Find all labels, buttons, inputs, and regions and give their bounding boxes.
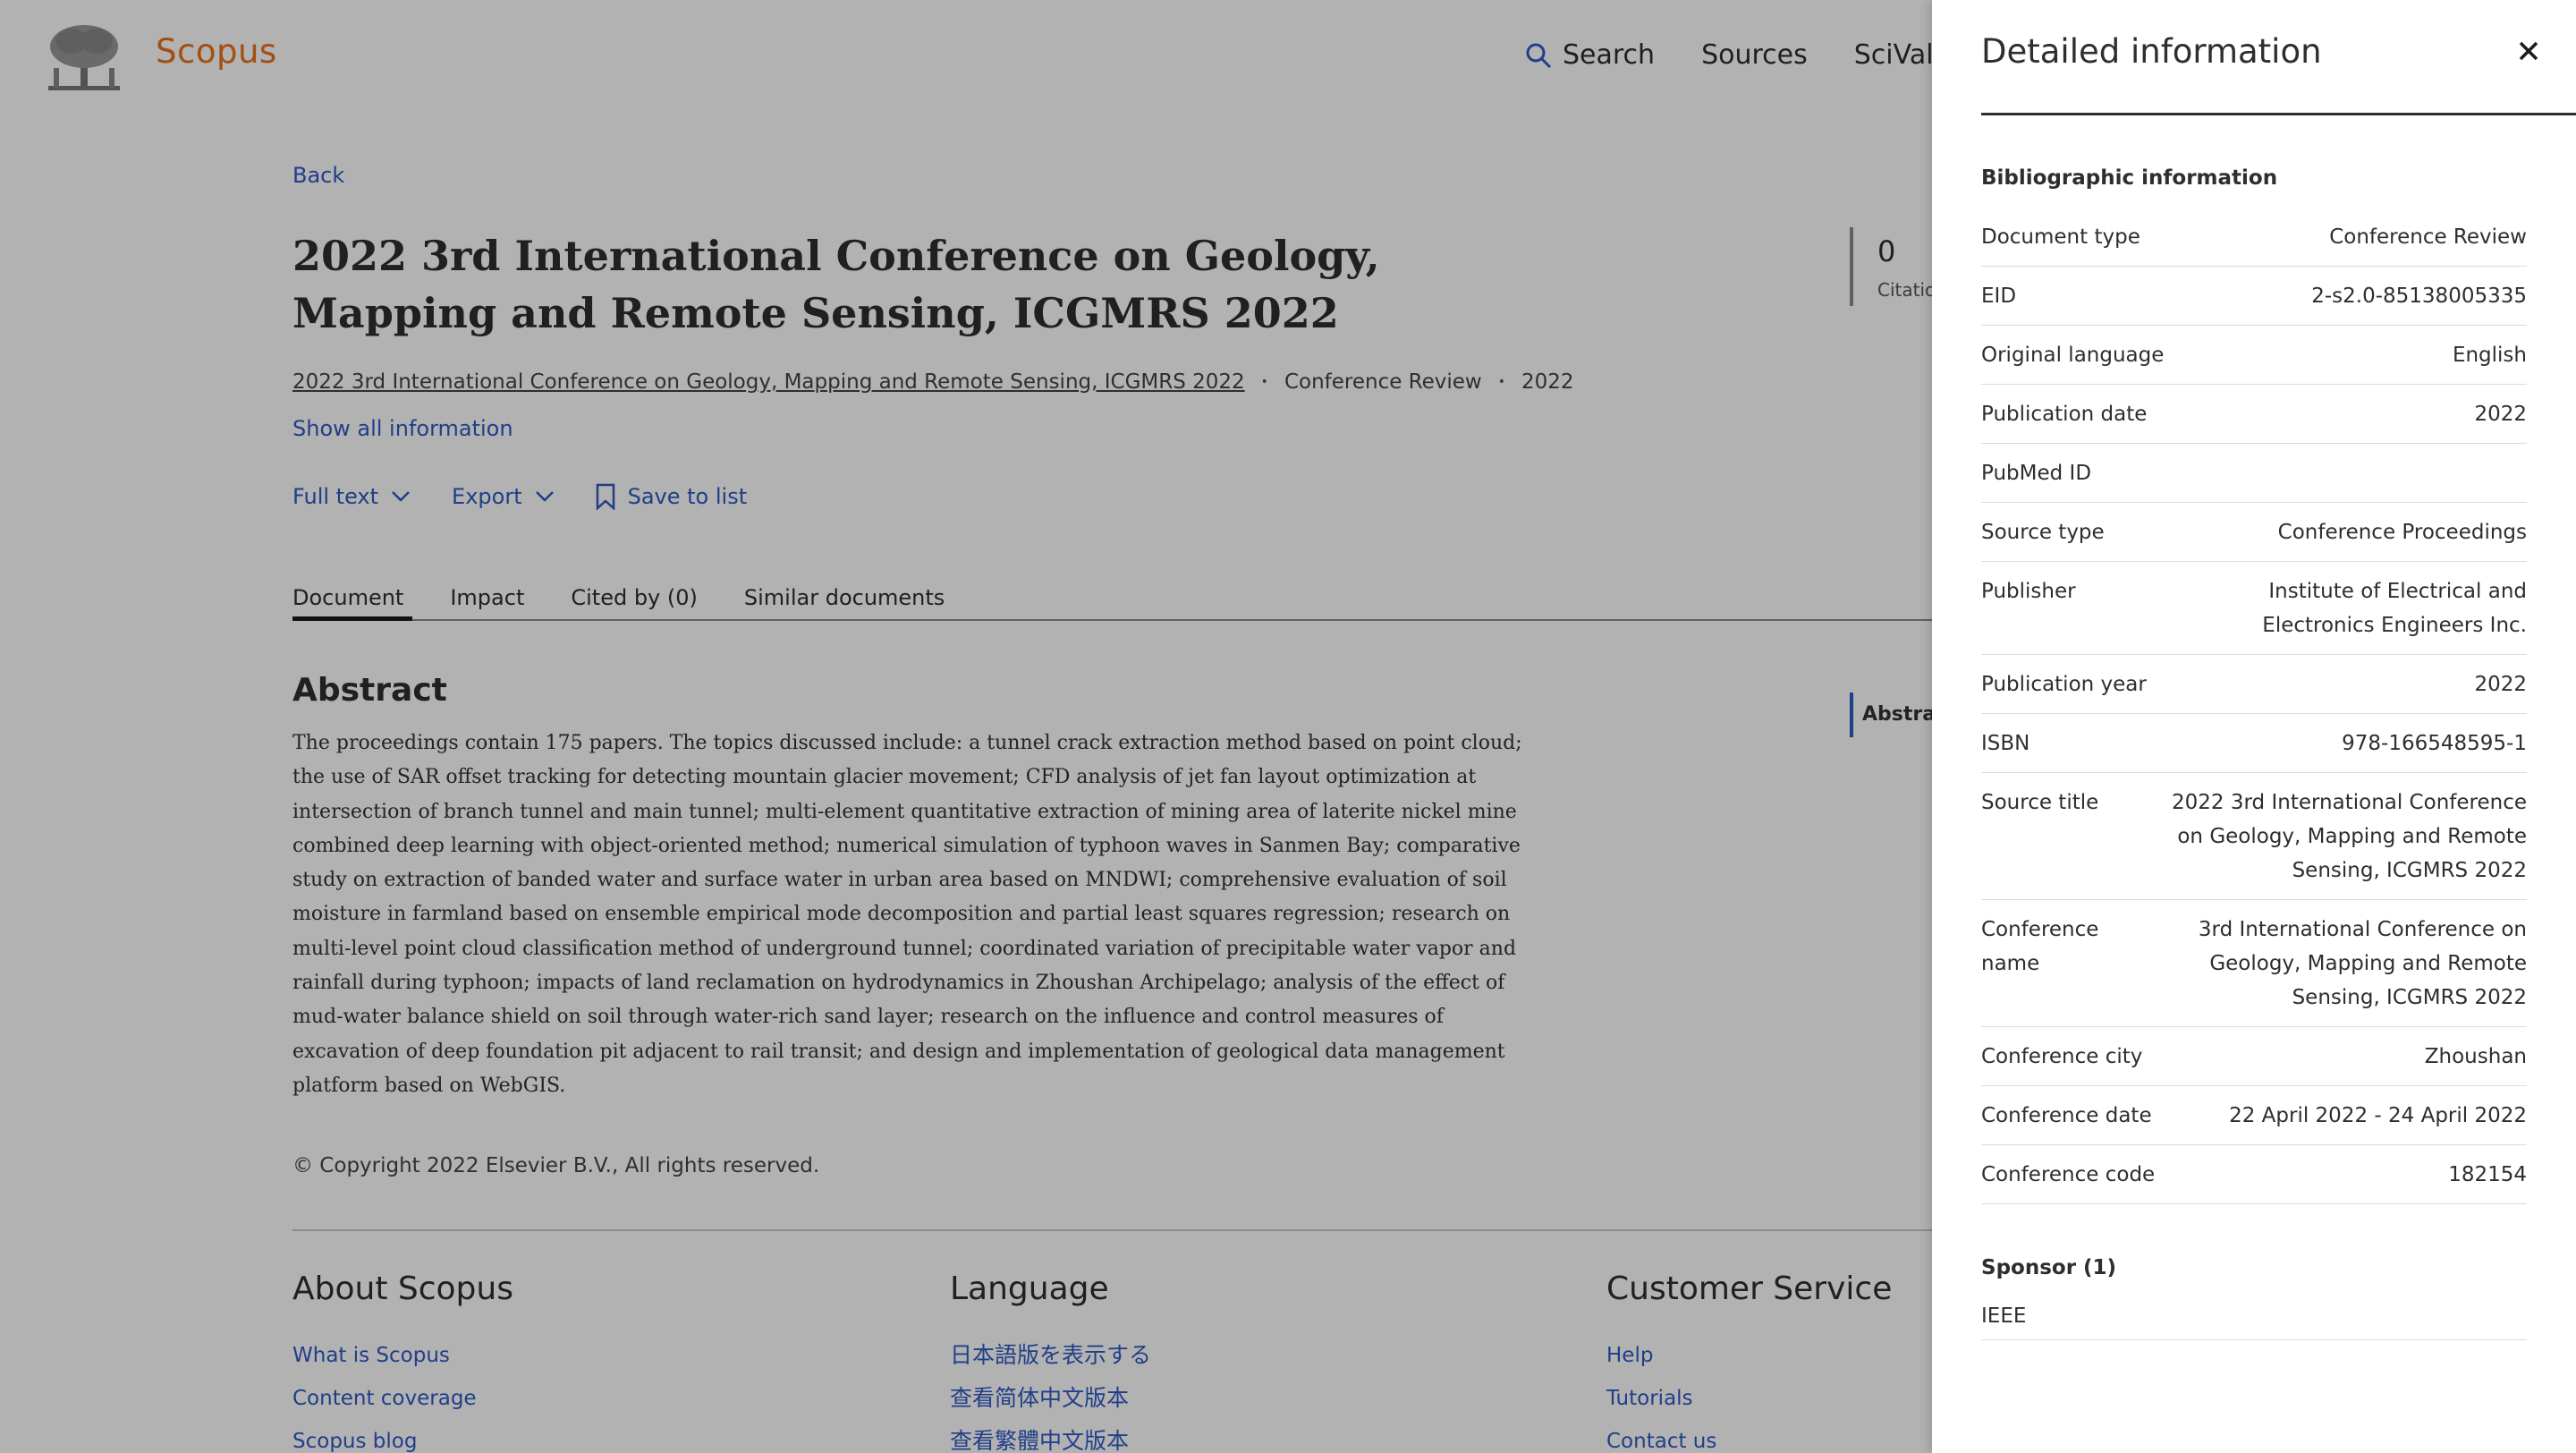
info-value: Zhoushan (2424, 1045, 2527, 1068)
info-label: Publisher (1981, 580, 2076, 603)
info-row: PubMed ID (1981, 444, 2527, 503)
detailed-information-panel: Detailed information Bibliographic infor… (1932, 0, 2576, 1453)
info-value: Conference Review (2329, 225, 2527, 249)
info-value: 182154 (2448, 1163, 2527, 1186)
info-label: Conference city (1981, 1045, 2143, 1068)
info-value: 2022 (2474, 673, 2527, 696)
close-icon[interactable] (2513, 36, 2544, 66)
info-value: 2-s2.0-85138005335 (2311, 285, 2527, 308)
bibliographic-table: Document type Conference Review EID 2-s2… (1981, 208, 2527, 1204)
panel-title-rule (1981, 113, 2576, 115)
info-row: EID 2-s2.0-85138005335 (1981, 267, 2527, 326)
info-row: Publication year 2022 (1981, 655, 2527, 714)
info-label: EID (1981, 285, 2017, 308)
info-row: Source type Conference Proceedings (1981, 503, 2527, 562)
info-row: ISBN 978-166548595-1 (1981, 714, 2527, 773)
info-value: English (2452, 344, 2527, 367)
info-label: Publication date (1981, 403, 2148, 426)
info-label: Conference date (1981, 1104, 2152, 1127)
info-label: Source type (1981, 521, 2105, 544)
info-label: Source title (1981, 791, 2099, 814)
info-value: Institute of Electrical and Electronics … (2262, 580, 2527, 637)
sponsor-item: IEEE (1981, 1304, 2527, 1340)
info-label: Document type (1981, 225, 2140, 249)
info-value: 2022 3rd International Conference on Geo… (2172, 791, 2527, 882)
info-row: Original language English (1981, 326, 2527, 385)
info-value: 978-166548595-1 (2342, 732, 2527, 755)
info-value: Conference Proceedings (2277, 521, 2527, 544)
info-value: 22 April 2022 - 24 April 2022 (2229, 1104, 2527, 1127)
info-row: Conference date 22 April 2022 - 24 April… (1981, 1086, 2527, 1145)
info-label: Original language (1981, 344, 2165, 367)
sponsor-heading: Sponsor (1) (1981, 1256, 2117, 1279)
info-label: Conference code (1981, 1163, 2156, 1186)
info-row: Source title 2022 3rd International Conf… (1981, 773, 2527, 900)
info-label: Conference name (1981, 918, 2099, 975)
info-label: Publication year (1981, 673, 2147, 696)
info-value: 2022 (2474, 403, 2527, 426)
info-value: 3rd International Conference on Geology,… (2198, 918, 2527, 1009)
info-row: Document type Conference Review (1981, 208, 2527, 267)
info-label: PubMed ID (1981, 462, 2092, 485)
info-row: Publication date 2022 (1981, 385, 2527, 444)
bibliographic-heading: Bibliographic information (1981, 166, 2278, 190)
panel-title: Detailed information (1981, 32, 2322, 71)
info-row: Conference name 3rd International Confer… (1981, 900, 2527, 1027)
info-label: ISBN (1981, 732, 2030, 755)
info-row: Conference code 182154 (1981, 1145, 2527, 1204)
info-row: Conference city Zhoushan (1981, 1027, 2527, 1086)
info-row: Publisher Institute of Electrical and El… (1981, 562, 2527, 655)
